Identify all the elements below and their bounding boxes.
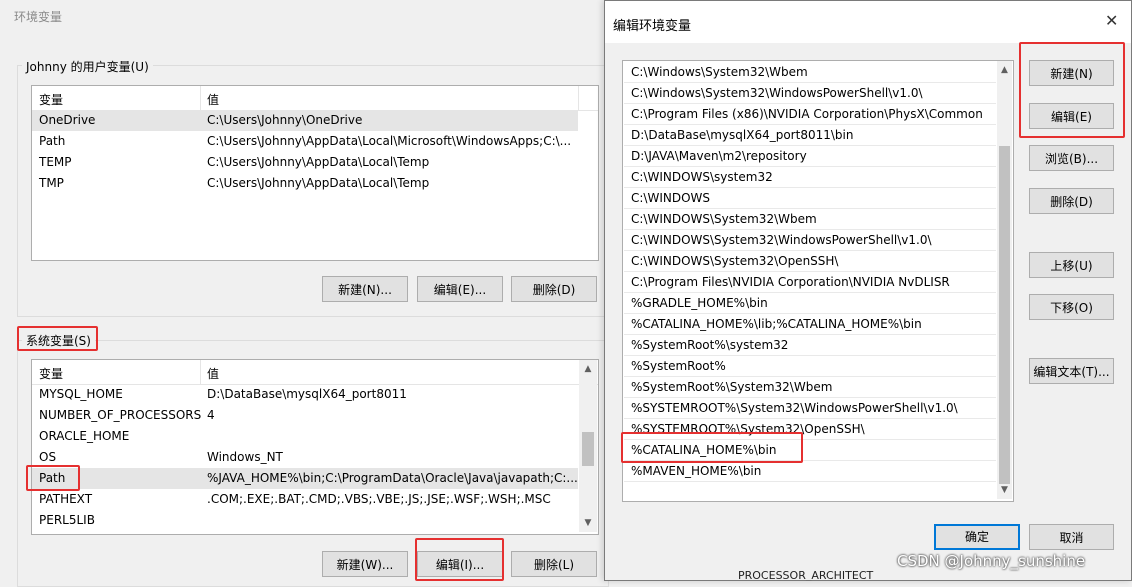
path-list-item[interactable]: C:\Program Files (x86)\NVIDIA Corporatio… <box>624 104 996 125</box>
scroll-down-arrow-icon[interactable]: ▼ <box>580 518 596 528</box>
user-variables-label: Johnny 的用户变量(U) <box>22 58 153 75</box>
close-icon[interactable]: ✕ <box>1105 11 1118 30</box>
dialog-title: 环境变量 <box>14 10 63 24</box>
path-list-item[interactable]: %CATALINA_HOME%\lib;%CATALINA_HOME%\bin <box>624 314 996 335</box>
table-row[interactable]: MYSQL_HOME D:\DataBase\mysqlX64_port8011 <box>32 384 578 405</box>
path-list-item[interactable]: C:\WINDOWS\System32\OpenSSH\ <box>624 251 996 272</box>
path-list-item[interactable]: D:\JAVA\Maven\m2\repository <box>624 146 996 167</box>
path-list-item[interactable]: %GRADLE_HOME%\bin <box>624 293 996 314</box>
path-list-item[interactable]: %SystemRoot%\System32\Wbem <box>624 377 996 398</box>
path-list-item[interactable]: C:\WINDOWS\System32\WindowsPowerShell\v1… <box>624 230 996 251</box>
scrollbar-thumb[interactable] <box>582 432 594 466</box>
column-header-variable[interactable]: 变量 <box>39 91 63 108</box>
ok-button[interactable]: 确定 <box>934 524 1020 550</box>
title-bar: 编辑环境变量 ✕ <box>605 1 1131 43</box>
column-header-value[interactable]: 值 <box>207 365 219 382</box>
move-up-button[interactable]: 上移(U) <box>1029 252 1114 278</box>
path-list-item[interactable]: %MAVEN_HOME%\bin <box>624 461 996 482</box>
browse-button[interactable]: 浏览(B)... <box>1029 145 1114 171</box>
system-variables-table[interactable]: 变量 值 MYSQL_HOME D:\DataBase\mysqlX64_por… <box>31 359 599 535</box>
environment-variables-dialog: 环境变量 Johnny 的用户变量(U) 变量 值 OneDrive C:\Us… <box>0 0 623 587</box>
table-row[interactable]: OS Windows_NT <box>32 447 578 468</box>
table-header: 变量 值 <box>32 86 598 111</box>
highlight-box <box>415 538 504 581</box>
path-list-item[interactable]: C:\WINDOWS <box>624 188 996 209</box>
dialog-title: 编辑环境变量 <box>613 19 692 34</box>
table-row[interactable]: PATHEXT .COM;.EXE;.BAT;.CMD;.VBS;.VBE;.J… <box>32 489 578 510</box>
delete-button[interactable]: 删除(D) <box>1029 188 1114 214</box>
move-down-button[interactable]: 下移(O) <box>1029 294 1114 320</box>
scroll-down-arrow-icon[interactable]: ▼ <box>997 485 1012 495</box>
vertical-scrollbar[interactable]: ▲ ▼ <box>997 61 1012 499</box>
user-edit-button[interactable]: 编辑(E)... <box>417 276 503 302</box>
scroll-up-arrow-icon[interactable]: ▲ <box>997 65 1012 75</box>
scroll-up-arrow-icon[interactable]: ▲ <box>580 364 596 374</box>
path-list-item[interactable]: C:\Windows\System32\WindowsPowerShell\v1… <box>624 83 996 104</box>
path-list-item[interactable]: C:\Windows\System32\Wbem <box>624 62 996 83</box>
table-row[interactable]: NUMBER_OF_PROCESSORS 4 <box>32 405 578 426</box>
cancel-button[interactable]: 取消 <box>1029 524 1114 550</box>
user-delete-button[interactable]: 删除(D) <box>511 276 597 302</box>
path-list-item[interactable]: D:\DataBase\mysqlX64_port8011\bin <box>624 125 996 146</box>
table-row[interactable]: TEMP C:\Users\Johnny\AppData\Local\Temp <box>32 152 578 173</box>
user-variables-table[interactable]: 变量 值 OneDrive C:\Users\Johnny\OneDrive P… <box>31 85 599 261</box>
table-row[interactable]: OneDrive C:\Users\Johnny\OneDrive <box>32 110 578 131</box>
path-list-item[interactable]: %SystemRoot%\system32 <box>624 335 996 356</box>
column-header-value[interactable]: 值 <box>207 91 219 108</box>
system-delete-button[interactable]: 删除(L) <box>511 551 597 577</box>
highlight-box <box>621 432 803 463</box>
path-list-item[interactable]: C:\WINDOWS\System32\Wbem <box>624 209 996 230</box>
path-list-item[interactable]: C:\Program Files\NVIDIA Corporation\NVID… <box>624 272 996 293</box>
highlight-box <box>17 326 98 351</box>
table-row[interactable]: PERL5LIB <box>32 510 578 531</box>
system-new-button[interactable]: 新建(W)... <box>322 551 408 577</box>
user-new-button[interactable]: 新建(N)... <box>322 276 408 302</box>
path-list-item[interactable]: C:\WINDOWS\system32 <box>624 167 996 188</box>
table-row[interactable]: Path C:\Users\Johnny\AppData\Local\Micro… <box>32 131 578 152</box>
table-header: 变量 值 <box>32 360 598 385</box>
path-list-item[interactable]: %SystemRoot% <box>624 356 996 377</box>
path-list-item[interactable]: %SYSTEMROOT%\System32\WindowsPowerShell\… <box>624 398 996 419</box>
highlight-box <box>1019 42 1125 138</box>
column-header-variable[interactable]: 变量 <box>39 365 63 382</box>
watermark: CSDN @Johnny_sunshine <box>897 552 1086 570</box>
highlight-box <box>26 465 80 491</box>
scrollbar-thumb[interactable] <box>999 146 1010 484</box>
edit-text-button[interactable]: 编辑文本(T)... <box>1029 358 1114 384</box>
table-row[interactable]: ORACLE_HOME <box>32 426 578 447</box>
table-row[interactable]: TMP C:\Users\Johnny\AppData\Local\Temp <box>32 173 578 194</box>
vertical-scrollbar[interactable]: ▲ ▼ <box>579 360 597 532</box>
table-row-selected[interactable]: Path %JAVA_HOME%\bin;C:\ProgramData\Orac… <box>32 468 578 489</box>
partial-background-text: PROCESSOR_ARCHITECT <box>738 570 874 581</box>
